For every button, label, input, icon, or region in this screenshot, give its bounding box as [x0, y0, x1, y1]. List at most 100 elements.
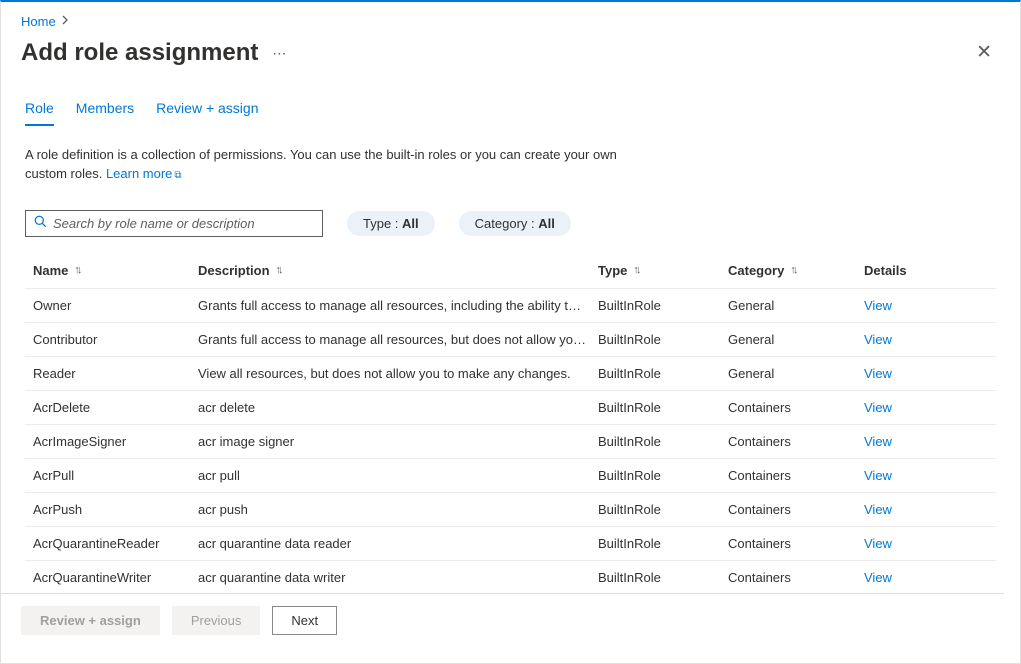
role-type-cell: BuiltInRole — [598, 366, 728, 381]
role-description-text: A role definition is a collection of per… — [25, 146, 625, 184]
role-description-cell: Grants full access to manage all resourc… — [198, 332, 598, 347]
sort-icon: ↑↓ — [276, 264, 281, 276]
chevron-right-icon — [62, 15, 69, 28]
role-name-cell: AcrDelete — [33, 400, 198, 415]
role-name-cell: AcrPull — [33, 468, 198, 483]
table-row[interactable]: OwnerGrants full access to manage all re… — [25, 289, 996, 323]
column-header-category[interactable]: Category ↑↓ — [728, 263, 864, 278]
role-type-cell: BuiltInRole — [598, 332, 728, 347]
role-category-cell: Containers — [728, 468, 864, 483]
sort-icon: ↑↓ — [74, 264, 79, 276]
table-row[interactable]: AcrPullacr pullBuiltInRoleContainersView — [25, 459, 996, 493]
role-category-cell: Containers — [728, 536, 864, 551]
col-name-label: Name — [33, 263, 68, 278]
page-title: Add role assignment — [21, 39, 258, 67]
next-button[interactable]: Next — [272, 606, 337, 635]
table-row[interactable]: AcrDeleteacr deleteBuiltInRoleContainers… — [25, 391, 996, 425]
role-description-cell: acr image signer — [198, 434, 598, 449]
role-description-cell: Grants full access to manage all resourc… — [198, 298, 598, 313]
role-type-cell: BuiltInRole — [598, 536, 728, 551]
search-input[interactable] — [53, 216, 314, 231]
review-assign-button[interactable]: Review + assign — [21, 606, 160, 635]
role-category-cell: Containers — [728, 434, 864, 449]
role-type-cell: BuiltInRole — [598, 570, 728, 585]
filter-row: Type : All Category : All — [25, 210, 996, 237]
role-category-cell: General — [728, 366, 864, 381]
role-description-cell: acr quarantine data writer — [198, 570, 598, 585]
learn-more-link[interactable]: Learn more⧉ — [106, 166, 182, 181]
filter-category-label: Category : — [475, 216, 539, 231]
role-type-cell: BuiltInRole — [598, 400, 728, 415]
sort-icon: ↑↓ — [790, 264, 795, 276]
view-details-link[interactable]: View — [864, 332, 892, 347]
filter-category-value: All — [538, 216, 555, 231]
roles-table: Name ↑↓ Description ↑↓ Type ↑↓ Category … — [25, 253, 996, 595]
column-header-name[interactable]: Name ↑↓ — [33, 263, 198, 278]
role-name-cell: Contributor — [33, 332, 198, 347]
search-box[interactable] — [25, 210, 323, 237]
table-header-row: Name ↑↓ Description ↑↓ Type ↑↓ Category … — [25, 253, 996, 289]
sort-icon: ↑↓ — [633, 264, 638, 276]
column-header-type[interactable]: Type ↑↓ — [598, 263, 728, 278]
table-row[interactable]: AcrQuarantineReaderacr quarantine data r… — [25, 527, 996, 561]
view-details-link[interactable]: View — [864, 298, 892, 313]
tab-bar: Role Members Review + assign — [25, 100, 996, 126]
tab-role[interactable]: Role — [25, 100, 54, 126]
view-details-link[interactable]: View — [864, 536, 892, 551]
role-category-cell: Containers — [728, 570, 864, 585]
role-category-cell: Containers — [728, 400, 864, 415]
role-type-cell: BuiltInRole — [598, 468, 728, 483]
more-menu-icon[interactable]: ⋯ — [272, 49, 288, 57]
role-description-cell: acr quarantine data reader — [198, 536, 598, 551]
table-row[interactable]: AcrQuarantineWriteracr quarantine data w… — [25, 561, 996, 595]
view-details-link[interactable]: View — [864, 366, 892, 381]
col-type-label: Type — [598, 263, 627, 278]
footer-action-bar: Review + assign Previous Next — [1, 593, 1004, 647]
breadcrumb-home-link[interactable]: Home — [21, 14, 56, 29]
role-name-cell: Owner — [33, 298, 198, 313]
view-details-link[interactable]: View — [864, 468, 892, 483]
view-details-link[interactable]: View — [864, 570, 892, 585]
view-details-link[interactable]: View — [864, 400, 892, 415]
view-details-link[interactable]: View — [864, 434, 892, 449]
role-name-cell: AcrImageSigner — [33, 434, 198, 449]
role-description-cell: acr push — [198, 502, 598, 517]
role-category-cell: Containers — [728, 502, 864, 517]
table-body: OwnerGrants full access to manage all re… — [25, 289, 996, 595]
role-description-cell: acr delete — [198, 400, 598, 415]
role-type-cell: BuiltInRole — [598, 434, 728, 449]
filter-type-label: Type : — [363, 216, 402, 231]
breadcrumb: Home — [1, 2, 1020, 33]
previous-button[interactable]: Previous — [172, 606, 261, 635]
col-desc-label: Description — [198, 263, 270, 278]
role-description-cell: acr pull — [198, 468, 598, 483]
close-icon[interactable]: ✕ — [968, 37, 1000, 68]
filter-category-pill[interactable]: Category : All — [459, 211, 571, 236]
view-details-link[interactable]: View — [864, 502, 892, 517]
col-details-label: Details — [864, 263, 907, 278]
table-row[interactable]: AcrPushacr pushBuiltInRoleContainersView — [25, 493, 996, 527]
col-category-label: Category — [728, 263, 784, 278]
role-name-cell: AcrQuarantineReader — [33, 536, 198, 551]
page-header: Add role assignment ⋯ ✕ — [1, 33, 1020, 76]
tab-members[interactable]: Members — [76, 100, 134, 125]
external-link-icon: ⧉ — [174, 170, 181, 181]
role-category-cell: General — [728, 332, 864, 347]
role-type-cell: BuiltInRole — [598, 502, 728, 517]
column-header-description[interactable]: Description ↑↓ — [198, 263, 598, 278]
role-name-cell: AcrQuarantineWriter — [33, 570, 198, 585]
role-name-cell: Reader — [33, 366, 198, 381]
role-category-cell: General — [728, 298, 864, 313]
search-icon — [34, 215, 47, 231]
filter-type-pill[interactable]: Type : All — [347, 211, 435, 236]
role-description-cell: View all resources, but does not allow y… — [198, 366, 598, 381]
role-type-cell: BuiltInRole — [598, 298, 728, 313]
table-row[interactable]: ReaderView all resources, but does not a… — [25, 357, 996, 391]
learn-more-label: Learn more — [106, 166, 172, 181]
main-scroll-area[interactable]: Home Add role assignment ⋯ ✕ Role Member… — [1, 2, 1020, 663]
table-row[interactable]: AcrImageSigneracr image signerBuiltInRol… — [25, 425, 996, 459]
tab-review-assign[interactable]: Review + assign — [156, 100, 258, 125]
table-row[interactable]: ContributorGrants full access to manage … — [25, 323, 996, 357]
column-header-details: Details — [864, 263, 944, 278]
filter-type-value: All — [402, 216, 419, 231]
